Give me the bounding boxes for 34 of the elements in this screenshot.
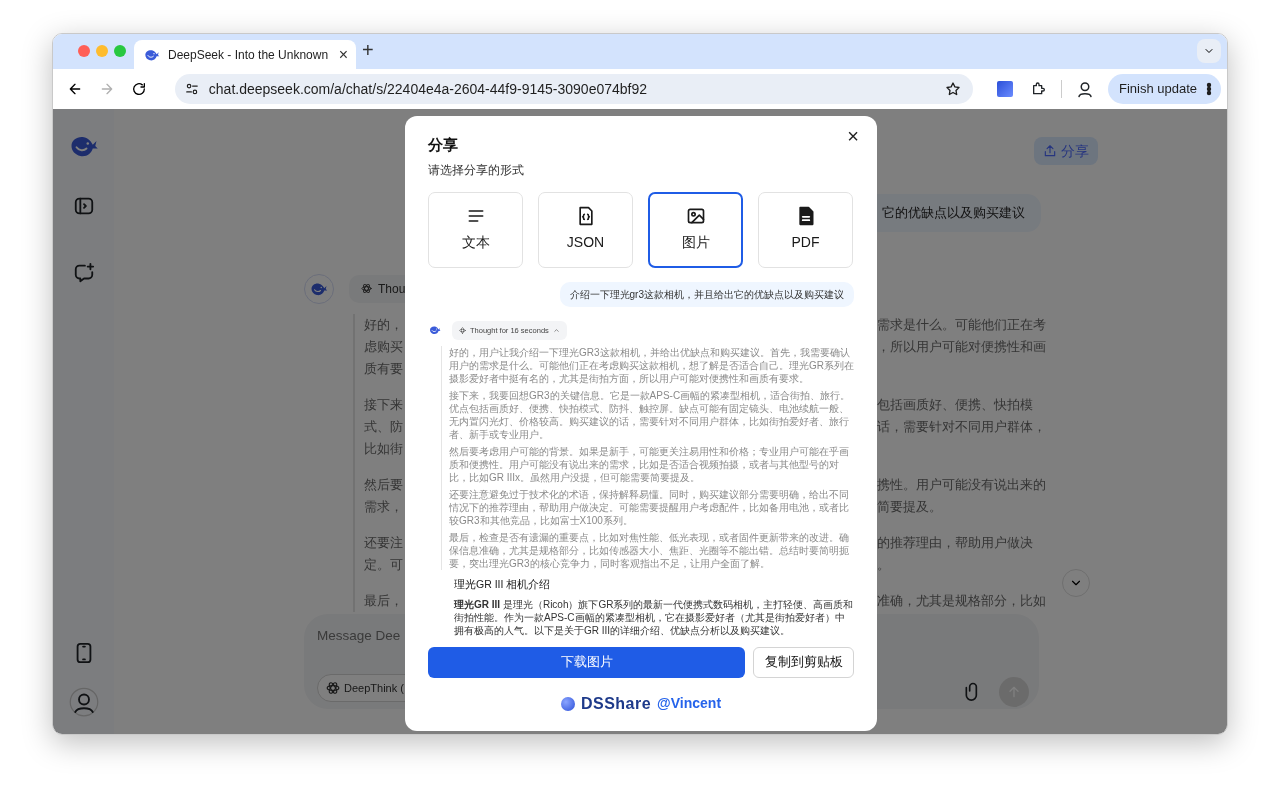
reasoning-text: 虑购买 [364, 338, 404, 356]
brand-name: DSShare [580, 693, 652, 714]
reasoning-paragraph: 好的，用户让我介绍一下理光GR3这款相机，并给出优缺点和购买建议。首先，我需要确认用户的需求是什么。可能他们正在考虑购买这款相机，想了解是否适合自己。理光GR系列在摄影爱好者中挺有名的，尤其是街拍方面，所以用户可能对便携性和画质有要求。 [449, 345, 854, 385]
reasoning-text: 携性。用户可能没有说出来的 [877, 476, 1047, 494]
reasoning-text: 话，需要针对不同用户群体， [877, 418, 1047, 436]
reasoning-text: 定。可 [364, 556, 404, 574]
reasoning-text: 式、防 [364, 418, 404, 436]
reasoning-text: 好的， [364, 316, 404, 334]
reasoning-text: ，所以用户可能对便携性和画 [877, 338, 1047, 356]
reasoning-text: 还要注 [364, 534, 404, 552]
tab-title: DeepSeek - Into the Unknown [168, 46, 330, 64]
reasoning-text: 需求是什么。可能他们正在考 [877, 316, 1047, 334]
intro-paragraph: 理光GR III 是理光（Ricoh）旗下GR系列的最新一代便携式数码相机，主打轻便、高画质和街拍性能。作为一款APS-C画幅的紧凑型相机，它在摄影爱好者（尤其是街拍爱好者）中拥有极高的人气。以下是关于GR III的详细介绍、优缺点分析以及购买建议。 [454, 597, 854, 637]
author-handle: @Vincent [657, 694, 722, 713]
section-heading: 理光GR III 相机介绍 [454, 576, 552, 592]
reasoning-text: 比如街 [364, 440, 404, 458]
url-text: chat.deepseek.com/a/chat/s/22404e4a-2604-44f9-9145-3090e074bf92 [208, 79, 649, 99]
reasoning-text: 接下来 [364, 396, 404, 414]
reasoning-text: 然后要 [364, 476, 404, 494]
reasoning-text: 的推荐理由，帮助用户做决 [877, 534, 1034, 552]
dialog-subtitle: 请选择分享的形式 [428, 161, 525, 179]
reasoning-paragraph: 还要注意避免过于技术化的术语，保持解释易懂。同时，购买建议部分需要明确，给出不同情况下的推荐理由，帮助用户做决定。可能需要提醒用户考虑配件，比如备用电池，或者比较GR3和其他竞品，比如富士X100系列。 [449, 487, 850, 527]
reasoning-paragraph: 然后要考虑用户可能的背景。如果是新手，可能更关注易用性和价格；专业用户可能在乎画质和便携性。用户可能没有说出来的需求，比如是否适合视频拍摄，或者与其他型号的对比，比如GR IIIx。虽然用户没提，但可能需要简要提及。 [449, 444, 850, 484]
reasoning-text: 质有要 [364, 360, 404, 378]
reasoning-paragraph: 最后，检查是否有遗漏的重要点，比如对焦性能、低光表现，或者固件更新带来的改进。确保信息准确，尤其是规格部分，比如传感器大小、焦距、光圈等不能出错。总结时要简明扼要，突出理光GR3的核心竞争力，同时客观指出不足，让用户全面了解。 [449, 530, 850, 570]
reasoning-text: 最后， [364, 592, 404, 610]
reasoning-text: 简要提及。 [877, 498, 943, 516]
reasoning-text: 需求， [364, 498, 404, 516]
user-message: 介绍一下理光gr3这款相机，并且给出它的优缺点以及购买建议 [559, 281, 854, 307]
reasoning-paragraph: 接下来，我要回想GR3的关键信息。它是一款APS-C画幅的紧凑型相机，适合街拍、旅行。优点包括画质好、便携、快拍模式、防抖、触控屏。缺点可能有固定镜头、电池续航一般、无内置闪光灯、价格较高。购买建议的话，需要针对不同用户群体，比如街拍爱好者、旅行者、新手或专业用户。 [449, 388, 852, 441]
reasoning-text: 。 [877, 556, 891, 574]
dialog-title: 分享 [428, 135, 459, 155]
reasoning-text: 准确，尤其是规格部分，比如 [877, 592, 1047, 610]
reasoning-text: 包括画质好、便携、快拍模 [877, 396, 1034, 414]
